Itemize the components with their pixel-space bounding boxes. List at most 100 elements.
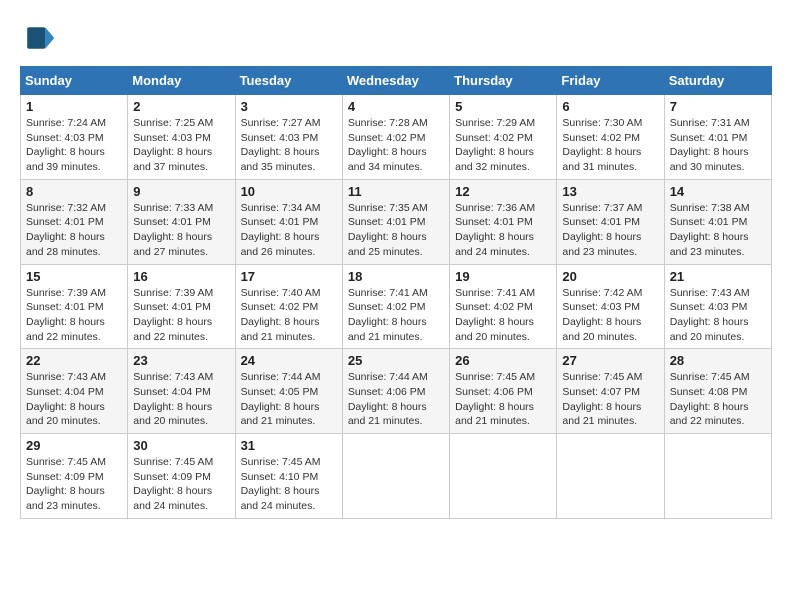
day-info: Sunrise: 7:29 AMSunset: 4:02 PMDaylight:… xyxy=(455,117,535,173)
day-number: 20 xyxy=(562,269,658,284)
day-number: 25 xyxy=(348,353,444,368)
day-number: 13 xyxy=(562,184,658,199)
day-info: Sunrise: 7:41 AMSunset: 4:02 PMDaylight:… xyxy=(348,287,428,343)
day-number: 9 xyxy=(133,184,229,199)
day-info: Sunrise: 7:32 AMSunset: 4:01 PMDaylight:… xyxy=(26,202,106,258)
day-number: 23 xyxy=(133,353,229,368)
day-info: Sunrise: 7:45 AMSunset: 4:08 PMDaylight:… xyxy=(670,371,750,427)
day-number: 24 xyxy=(241,353,337,368)
day-number: 1 xyxy=(26,99,122,114)
weekday-header-cell: Thursday xyxy=(450,67,557,95)
day-info: Sunrise: 7:27 AMSunset: 4:03 PMDaylight:… xyxy=(241,117,321,173)
day-info: Sunrise: 7:40 AMSunset: 4:02 PMDaylight:… xyxy=(241,287,321,343)
day-info: Sunrise: 7:28 AMSunset: 4:02 PMDaylight:… xyxy=(348,117,428,173)
day-info: Sunrise: 7:31 AMSunset: 4:01 PMDaylight:… xyxy=(670,117,750,173)
day-info: Sunrise: 7:45 AMSunset: 4:10 PMDaylight:… xyxy=(241,456,321,512)
day-number: 26 xyxy=(455,353,551,368)
weekday-header-cell: Saturday xyxy=(664,67,771,95)
calendar-cell: 7 Sunrise: 7:31 AMSunset: 4:01 PMDayligh… xyxy=(664,95,771,180)
calendar-cell: 15 Sunrise: 7:39 AMSunset: 4:01 PMDaylig… xyxy=(21,264,128,349)
day-info: Sunrise: 7:39 AMSunset: 4:01 PMDaylight:… xyxy=(26,287,106,343)
day-info: Sunrise: 7:24 AMSunset: 4:03 PMDaylight:… xyxy=(26,117,106,173)
calendar-cell: 17 Sunrise: 7:40 AMSunset: 4:02 PMDaylig… xyxy=(235,264,342,349)
day-info: Sunrise: 7:38 AMSunset: 4:01 PMDaylight:… xyxy=(670,202,750,258)
calendar-cell: 11 Sunrise: 7:35 AMSunset: 4:01 PMDaylig… xyxy=(342,179,449,264)
day-info: Sunrise: 7:43 AMSunset: 4:03 PMDaylight:… xyxy=(670,287,750,343)
weekday-header-cell: Wednesday xyxy=(342,67,449,95)
calendar-cell: 6 Sunrise: 7:30 AMSunset: 4:02 PMDayligh… xyxy=(557,95,664,180)
day-info: Sunrise: 7:42 AMSunset: 4:03 PMDaylight:… xyxy=(562,287,642,343)
day-info: Sunrise: 7:30 AMSunset: 4:02 PMDaylight:… xyxy=(562,117,642,173)
day-info: Sunrise: 7:45 AMSunset: 4:06 PMDaylight:… xyxy=(455,371,535,427)
day-number: 31 xyxy=(241,438,337,453)
day-number: 28 xyxy=(670,353,766,368)
calendar-cell: 23 Sunrise: 7:43 AMSunset: 4:04 PMDaylig… xyxy=(128,349,235,434)
calendar-body: 1 Sunrise: 7:24 AMSunset: 4:03 PMDayligh… xyxy=(21,95,772,519)
calendar-cell: 21 Sunrise: 7:43 AMSunset: 4:03 PMDaylig… xyxy=(664,264,771,349)
day-info: Sunrise: 7:35 AMSunset: 4:01 PMDaylight:… xyxy=(348,202,428,258)
calendar-cell: 24 Sunrise: 7:44 AMSunset: 4:05 PMDaylig… xyxy=(235,349,342,434)
calendar-cell: 2 Sunrise: 7:25 AMSunset: 4:03 PMDayligh… xyxy=(128,95,235,180)
day-info: Sunrise: 7:37 AMSunset: 4:01 PMDaylight:… xyxy=(562,202,642,258)
calendar-cell: 5 Sunrise: 7:29 AMSunset: 4:02 PMDayligh… xyxy=(450,95,557,180)
weekday-header-cell: Monday xyxy=(128,67,235,95)
day-info: Sunrise: 7:43 AMSunset: 4:04 PMDaylight:… xyxy=(26,371,106,427)
calendar-cell xyxy=(450,434,557,519)
calendar-cell: 1 Sunrise: 7:24 AMSunset: 4:03 PMDayligh… xyxy=(21,95,128,180)
day-number: 3 xyxy=(241,99,337,114)
day-info: Sunrise: 7:44 AMSunset: 4:05 PMDaylight:… xyxy=(241,371,321,427)
day-number: 7 xyxy=(670,99,766,114)
day-info: Sunrise: 7:41 AMSunset: 4:02 PMDaylight:… xyxy=(455,287,535,343)
calendar-cell: 8 Sunrise: 7:32 AMSunset: 4:01 PMDayligh… xyxy=(21,179,128,264)
day-info: Sunrise: 7:43 AMSunset: 4:04 PMDaylight:… xyxy=(133,371,213,427)
calendar-cell: 30 Sunrise: 7:45 AMSunset: 4:09 PMDaylig… xyxy=(128,434,235,519)
day-number: 15 xyxy=(26,269,122,284)
weekday-header-cell: Sunday xyxy=(21,67,128,95)
day-number: 8 xyxy=(26,184,122,199)
calendar-cell: 22 Sunrise: 7:43 AMSunset: 4:04 PMDaylig… xyxy=(21,349,128,434)
day-number: 27 xyxy=(562,353,658,368)
day-info: Sunrise: 7:36 AMSunset: 4:01 PMDaylight:… xyxy=(455,202,535,258)
day-info: Sunrise: 7:34 AMSunset: 4:01 PMDaylight:… xyxy=(241,202,321,258)
day-info: Sunrise: 7:45 AMSunset: 4:07 PMDaylight:… xyxy=(562,371,642,427)
calendar-table: SundayMondayTuesdayWednesdayThursdayFrid… xyxy=(20,66,772,519)
calendar-cell: 29 Sunrise: 7:45 AMSunset: 4:09 PMDaylig… xyxy=(21,434,128,519)
logo-icon xyxy=(20,20,56,56)
calendar-cell xyxy=(664,434,771,519)
day-number: 21 xyxy=(670,269,766,284)
day-number: 19 xyxy=(455,269,551,284)
calendar-cell: 13 Sunrise: 7:37 AMSunset: 4:01 PMDaylig… xyxy=(557,179,664,264)
calendar-cell: 4 Sunrise: 7:28 AMSunset: 4:02 PMDayligh… xyxy=(342,95,449,180)
calendar-week-row: 22 Sunrise: 7:43 AMSunset: 4:04 PMDaylig… xyxy=(21,349,772,434)
calendar-cell: 19 Sunrise: 7:41 AMSunset: 4:02 PMDaylig… xyxy=(450,264,557,349)
calendar-cell xyxy=(557,434,664,519)
day-info: Sunrise: 7:25 AMSunset: 4:03 PMDaylight:… xyxy=(133,117,213,173)
day-number: 6 xyxy=(562,99,658,114)
day-number: 30 xyxy=(133,438,229,453)
calendar-cell: 14 Sunrise: 7:38 AMSunset: 4:01 PMDaylig… xyxy=(664,179,771,264)
calendar-week-row: 1 Sunrise: 7:24 AMSunset: 4:03 PMDayligh… xyxy=(21,95,772,180)
calendar-cell: 26 Sunrise: 7:45 AMSunset: 4:06 PMDaylig… xyxy=(450,349,557,434)
day-number: 16 xyxy=(133,269,229,284)
calendar-cell: 31 Sunrise: 7:45 AMSunset: 4:10 PMDaylig… xyxy=(235,434,342,519)
calendar-cell: 12 Sunrise: 7:36 AMSunset: 4:01 PMDaylig… xyxy=(450,179,557,264)
day-info: Sunrise: 7:45 AMSunset: 4:09 PMDaylight:… xyxy=(133,456,213,512)
day-number: 10 xyxy=(241,184,337,199)
calendar-cell: 20 Sunrise: 7:42 AMSunset: 4:03 PMDaylig… xyxy=(557,264,664,349)
calendar-cell: 27 Sunrise: 7:45 AMSunset: 4:07 PMDaylig… xyxy=(557,349,664,434)
day-number: 17 xyxy=(241,269,337,284)
day-number: 2 xyxy=(133,99,229,114)
day-info: Sunrise: 7:45 AMSunset: 4:09 PMDaylight:… xyxy=(26,456,106,512)
calendar-cell: 16 Sunrise: 7:39 AMSunset: 4:01 PMDaylig… xyxy=(128,264,235,349)
day-number: 14 xyxy=(670,184,766,199)
calendar-cell: 3 Sunrise: 7:27 AMSunset: 4:03 PMDayligh… xyxy=(235,95,342,180)
calendar-cell xyxy=(342,434,449,519)
calendar-cell: 25 Sunrise: 7:44 AMSunset: 4:06 PMDaylig… xyxy=(342,349,449,434)
day-info: Sunrise: 7:44 AMSunset: 4:06 PMDaylight:… xyxy=(348,371,428,427)
calendar-cell: 18 Sunrise: 7:41 AMSunset: 4:02 PMDaylig… xyxy=(342,264,449,349)
calendar-week-row: 8 Sunrise: 7:32 AMSunset: 4:01 PMDayligh… xyxy=(21,179,772,264)
calendar-week-row: 29 Sunrise: 7:45 AMSunset: 4:09 PMDaylig… xyxy=(21,434,772,519)
day-number: 4 xyxy=(348,99,444,114)
weekday-header-cell: Friday xyxy=(557,67,664,95)
logo xyxy=(20,20,60,56)
